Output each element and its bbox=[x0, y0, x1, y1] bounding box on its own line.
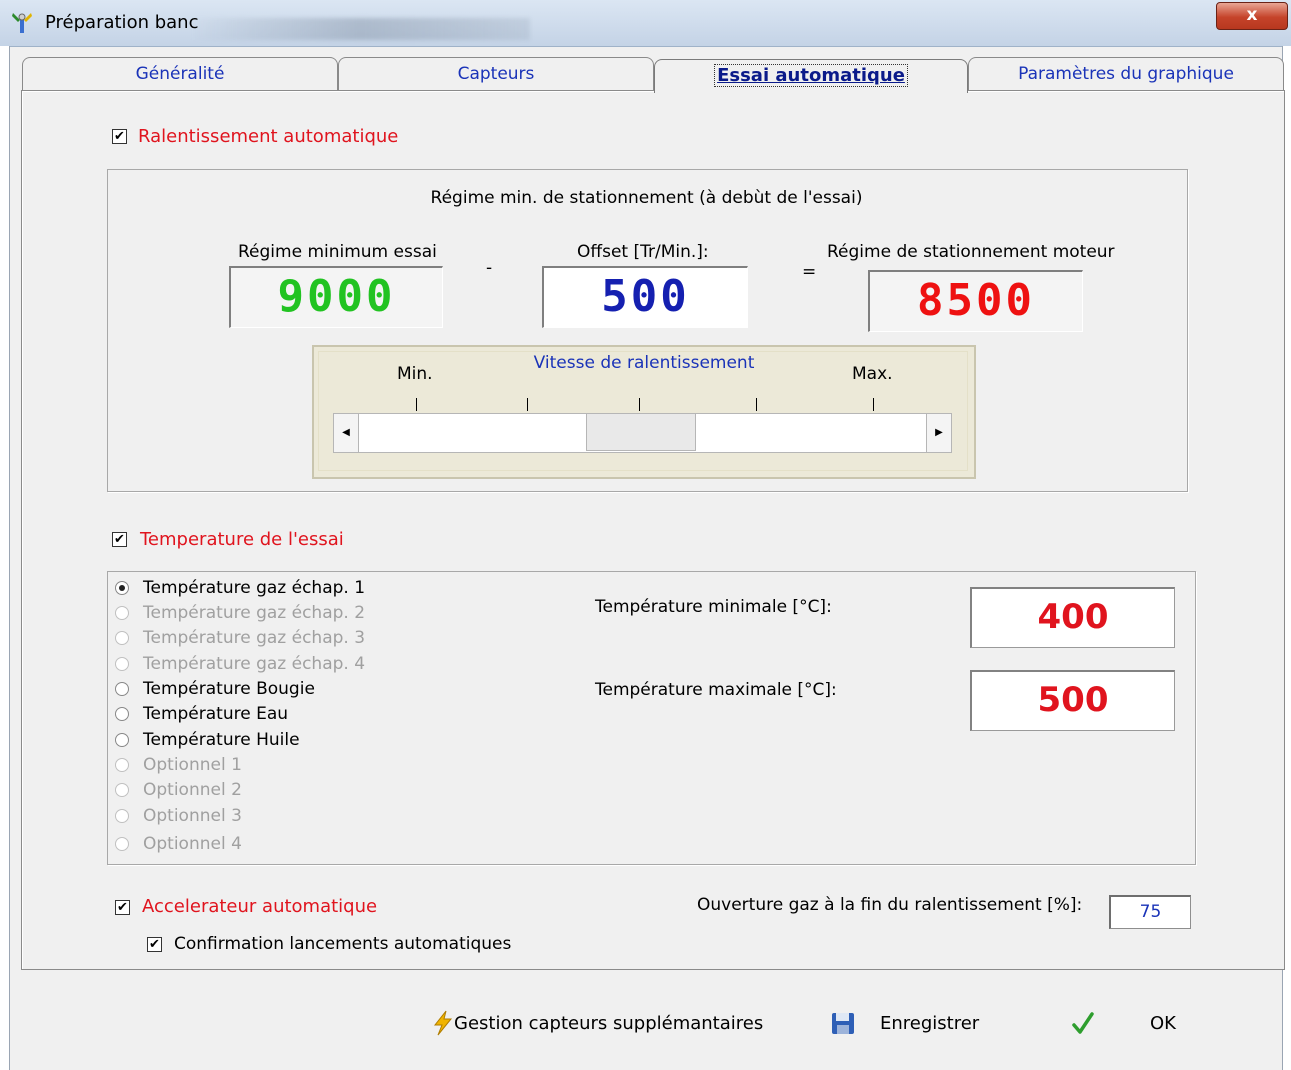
offset-label: Offset [Tr/Min.]: bbox=[577, 242, 709, 262]
radio-option: Optionnel 3 bbox=[115, 804, 242, 828]
equals-sign: = bbox=[802, 262, 817, 282]
floppy-disk-icon bbox=[832, 1013, 854, 1034]
radio-button[interactable] bbox=[115, 707, 129, 721]
temperature-max-label: Température maximale [°C]: bbox=[595, 680, 837, 700]
radio-button bbox=[115, 631, 129, 645]
gestion-capteurs-button[interactable]: Gestion capteurs supplémantaires bbox=[432, 1005, 763, 1041]
title-bar-background-text bbox=[190, 18, 530, 40]
tab-capteurs[interactable]: Capteurs bbox=[338, 57, 654, 91]
tools-icon bbox=[12, 13, 32, 33]
slider-tick bbox=[873, 398, 874, 411]
lightning-icon bbox=[433, 1010, 453, 1036]
ouverture-gaz-label: Ouverture gaz à la fin du ralentissement… bbox=[697, 895, 1083, 915]
radio-label: Température gaz échap. 3 bbox=[143, 628, 366, 648]
tab-label: Essai automatique bbox=[714, 64, 908, 87]
radio-button bbox=[115, 837, 129, 851]
ralentissement-checkbox[interactable]: ✔ bbox=[112, 129, 127, 144]
slider-min-label: Min. bbox=[397, 364, 433, 384]
accelerateur-checkbox[interactable]: ✔ bbox=[115, 900, 130, 915]
tab-generalite[interactable]: Généralité bbox=[22, 57, 338, 91]
tab-essai-automatique[interactable]: Essai automatique bbox=[654, 59, 968, 93]
radio-option[interactable]: Température Eau bbox=[115, 702, 288, 726]
radio-label: Température Eau bbox=[143, 704, 289, 724]
radio-option: Optionnel 2 bbox=[115, 778, 242, 802]
close-button[interactable]: x bbox=[1216, 2, 1288, 30]
radio-label: Optionnel 3 bbox=[143, 806, 242, 826]
ouverture-gaz-input[interactable]: 75 bbox=[1109, 895, 1191, 929]
radio-option: Température gaz échap. 3 bbox=[115, 626, 365, 650]
temperature-min-input[interactable]: 400 bbox=[970, 587, 1175, 648]
temperature-min-label: Température minimale [°C]: bbox=[595, 597, 832, 617]
slider-tick bbox=[527, 398, 528, 411]
temperature-label: Temperature de l'essai bbox=[140, 529, 344, 550]
radio-label: Température gaz échap. 4 bbox=[143, 654, 366, 674]
tab-label: Généralité bbox=[135, 64, 225, 84]
checkmark-icon bbox=[1072, 1012, 1094, 1034]
radio-button bbox=[115, 758, 129, 772]
window-frame-left bbox=[0, 46, 10, 1070]
radio-label: Température gaz échap. 2 bbox=[143, 603, 366, 623]
radio-option: Température gaz échap. 4 bbox=[115, 652, 365, 676]
radio-button[interactable] bbox=[115, 581, 129, 595]
radio-label: Température gaz échap. 1 bbox=[143, 578, 366, 598]
temperature-checkbox[interactable]: ✔ bbox=[112, 532, 127, 547]
ok-label: OK bbox=[1150, 1012, 1176, 1034]
radio-button[interactable] bbox=[115, 733, 129, 747]
slider-tick bbox=[416, 398, 417, 411]
slider-tick bbox=[639, 398, 640, 411]
radio-label: Optionnel 1 bbox=[143, 755, 242, 775]
radio-label: Optionnel 4 bbox=[143, 834, 242, 854]
radio-option: Optionnel 4 bbox=[115, 832, 242, 856]
minus-sign: - bbox=[486, 258, 493, 278]
tab-label: Paramètres du graphique bbox=[1018, 64, 1234, 84]
ralentissement-group-title: Régime min. de stationnement (à debùt de… bbox=[430, 188, 863, 208]
enregistrer-label: Enregistrer bbox=[880, 1012, 980, 1034]
window-title: Préparation banc bbox=[45, 12, 199, 33]
confirmation-checkbox[interactable]: ✔ bbox=[147, 937, 162, 952]
vitesse-slider-thumb[interactable] bbox=[586, 413, 696, 451]
radio-label: Température Huile bbox=[143, 730, 300, 750]
temperature-max-input[interactable]: 500 bbox=[970, 670, 1175, 731]
radio-button bbox=[115, 809, 129, 823]
confirmation-label: Confirmation lancements automatiques bbox=[174, 934, 512, 954]
ok-button[interactable]: OK bbox=[1072, 1005, 1176, 1041]
regime-stationnement-display: 8500 bbox=[868, 270, 1083, 332]
ralentissement-label: Ralentissement automatique bbox=[138, 126, 399, 147]
radio-button bbox=[115, 606, 129, 620]
radio-option[interactable]: Température gaz échap. 1 bbox=[115, 576, 365, 600]
enregistrer-button[interactable]: Enregistrer bbox=[830, 1005, 979, 1041]
offset-input[interactable]: 500 bbox=[542, 266, 748, 328]
tab-label: Capteurs bbox=[457, 64, 535, 84]
radio-button[interactable] bbox=[115, 682, 129, 696]
radio-option[interactable]: Température Huile bbox=[115, 728, 300, 752]
tab-parametres-graphique[interactable]: Paramètres du graphique bbox=[968, 57, 1284, 91]
slider-right-arrow-icon[interactable]: ▶ bbox=[926, 413, 952, 453]
radio-option: Optionnel 1 bbox=[115, 753, 242, 777]
slider-tick bbox=[756, 398, 757, 411]
slider-left-arrow-icon[interactable]: ◀ bbox=[333, 413, 359, 453]
radio-button bbox=[115, 783, 129, 797]
regime-stationnement-label: Régime de stationnement moteur bbox=[827, 242, 1115, 262]
radio-option: Température gaz échap. 2 bbox=[115, 601, 365, 625]
radio-option[interactable]: Température Bougie bbox=[115, 677, 315, 701]
slider-max-label: Max. bbox=[852, 364, 893, 384]
radio-label: Optionnel 2 bbox=[143, 780, 242, 800]
regime-min-label: Régime minimum essai bbox=[238, 242, 437, 262]
radio-button bbox=[115, 657, 129, 671]
regime-min-display: 9000 bbox=[229, 266, 443, 328]
gestion-capteurs-label: Gestion capteurs supplémantaires bbox=[454, 1012, 764, 1034]
radio-label: Température Bougie bbox=[143, 679, 315, 699]
accelerateur-label: Accelerateur automatique bbox=[142, 896, 378, 917]
